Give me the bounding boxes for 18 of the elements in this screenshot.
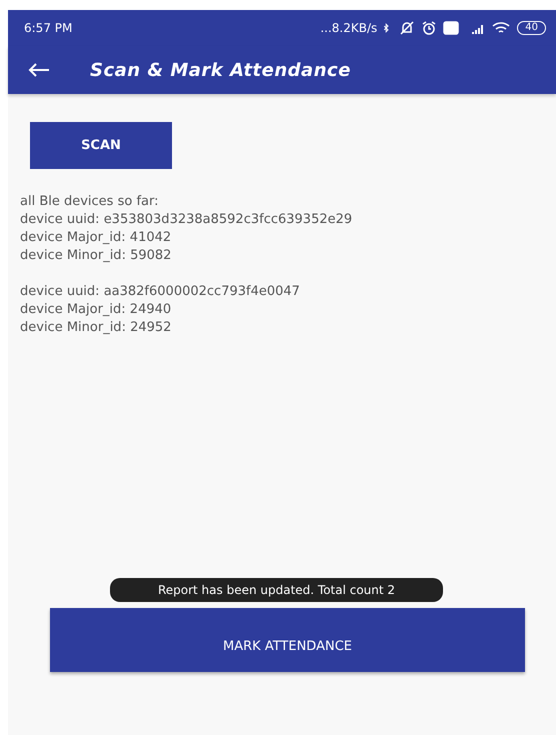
mark-attendance-button[interactable]: MARK ATTENDANCE — [50, 608, 525, 672]
alarm-icon — [421, 21, 438, 35]
device-list-heading: all Ble devices so far: — [20, 193, 160, 211]
battery-indicator: 40 — [517, 21, 546, 35]
device-uuid: device uuid: aa382f6000002cc793f4e0047 — [20, 283, 301, 301]
device-uuid: device uuid: e353803d3238a8592c3fcc639352e29 — [20, 211, 354, 229]
back-arrow-icon[interactable] — [28, 62, 50, 78]
screen-title: Scan & Mark Attendance — [90, 60, 351, 80]
device-major-id: device Major_id: 24940 — [20, 301, 172, 319]
scan-button[interactable]: SCAN — [30, 122, 172, 169]
network-speed: ...8.2KB/s — [320, 21, 378, 35]
device-minor-id: device Minor_id: 24952 — [20, 319, 172, 337]
wifi-icon — [491, 21, 512, 35]
toast-message: Report has been updated. Total count 2 — [110, 578, 443, 602]
status-time: 6:57 PM — [24, 21, 72, 35]
device-minor-id: device Minor_id: 59082 — [20, 247, 172, 265]
muted-bell-icon — [399, 21, 416, 35]
device-major-id: device Major_id: 41042 — [20, 229, 172, 247]
